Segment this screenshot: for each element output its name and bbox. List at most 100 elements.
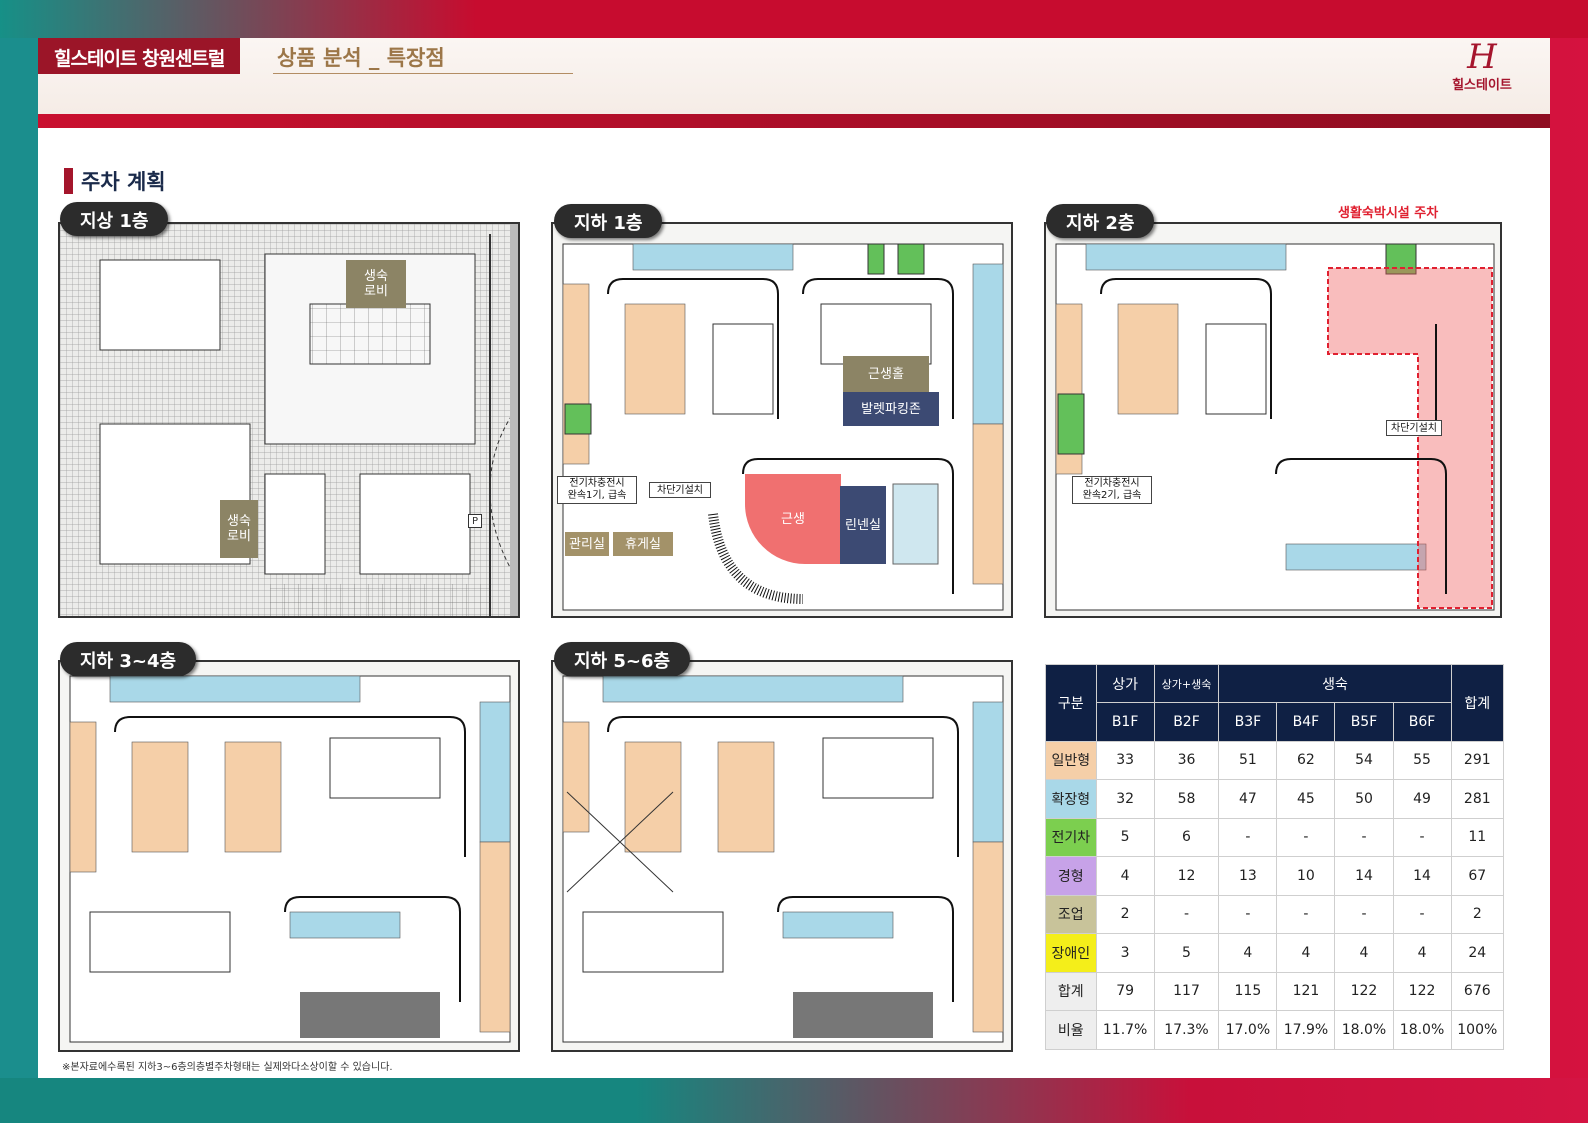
plan-label-b2: 지하 2층 (1046, 204, 1155, 238)
parking-sign-icon: P (468, 514, 482, 528)
table-cell: 10 (1276, 856, 1336, 896)
b34-floor-drawing (69, 675, 511, 1043)
table-cell: 18.0% (1334, 1010, 1394, 1050)
plan-b1: 근생홀 발렛파킹존 근생 린넨실 관리실 휴게실 전기차충전시 완속1기, 급속… (551, 222, 1013, 618)
table-cell: 24 (1450, 933, 1505, 973)
table-cell: - (1276, 817, 1336, 857)
table-row: 일반형 33 36 51 62 54 55 291 (1045, 740, 1505, 780)
table-cell: 676 (1450, 971, 1505, 1011)
breaker-label-b2: 차단기설치 (1386, 420, 1442, 436)
floor-header-B2F: B2F (1153, 702, 1220, 742)
table-cell: 32 (1095, 779, 1155, 819)
table-cell: 11.7% (1095, 1010, 1155, 1050)
table-cell: 17.9% (1276, 1010, 1336, 1050)
hillstate-logo: H 힐스테이트 (1432, 40, 1532, 93)
table-cell: 4 (1218, 933, 1278, 973)
linen-room: 린넨실 (840, 486, 886, 564)
plan-b34 (58, 660, 520, 1052)
table-cell: 4 (1392, 933, 1452, 973)
header-category: 구분 (1045, 664, 1097, 742)
row-label: 장애인 (1045, 933, 1097, 973)
floor-header-B1F: B1F (1095, 702, 1155, 742)
table-row: 합계 79 117 115 121 122 122 676 (1045, 971, 1505, 1011)
parking-summary-table: 구분 상가 상가+생숙 생숙 합계 B1F B2F B3F B4F B5F B6F 일반형… (1045, 664, 1505, 1050)
brand-title: 힐스테이트 창원센트럴 (38, 38, 241, 74)
table-cell: 3 (1095, 933, 1155, 973)
table-cell: 2 (1095, 894, 1155, 934)
logo-text: 힐스테이트 (1452, 78, 1512, 93)
plan-label-b56: 지하 5~6층 (554, 642, 691, 676)
plan-ground: 생숙 로비 생숙 로비 P (58, 222, 520, 618)
section-heading: 주차 계획 (64, 166, 166, 196)
table-cell: 13 (1218, 856, 1278, 896)
row-label: 일반형 (1045, 740, 1097, 780)
valet-parking-zone: 발렛파킹존 (843, 392, 939, 426)
table-row: 장애인 3 5 4 4 4 4 24 (1045, 933, 1505, 973)
row-label: 비율 (1045, 1010, 1097, 1050)
table-cell: 55 (1392, 740, 1452, 780)
table-cell: 5 (1153, 933, 1220, 973)
plan-label-b1: 지하 1층 (554, 204, 663, 238)
table-cell: 12 (1153, 856, 1220, 896)
table-row: 비율 11.7% 17.3% 17.0% 17.9% 18.0% 18.0% 100% (1045, 1010, 1505, 1050)
management-office: 관리실 (565, 532, 609, 556)
table-cell: 79 (1095, 971, 1155, 1011)
table-cell: 121 (1276, 971, 1336, 1011)
table-cell: 54 (1334, 740, 1394, 780)
table-cell: 51 (1218, 740, 1278, 780)
table-cell: 4 (1276, 933, 1336, 973)
table-cell: 6 (1153, 817, 1220, 857)
retail-hall: 근생홀 (843, 356, 929, 392)
slide-subtitle: 상품 분석 _ 특장점 (273, 42, 573, 74)
bottom-band (0, 1078, 1588, 1123)
table-cell: 4 (1334, 933, 1394, 973)
table-cell: 117 (1153, 971, 1220, 1011)
slide-page: 힐스테이트 창원센트럴 상품 분석 _ 특장점 H 힐스테이트 주차 계획 지상… (38, 38, 1550, 1078)
table-cell: 62 (1276, 740, 1336, 780)
table-row: 전기차 5 6- - - -11 (1045, 817, 1505, 857)
residence-parking-annotation: 생활숙박시설 주차 (1338, 206, 1439, 221)
header-total: 합계 (1450, 664, 1505, 742)
table-cell: 33 (1095, 740, 1155, 780)
top-band (0, 0, 1588, 38)
plan-label-ground: 지상 1층 (60, 202, 169, 236)
section-flag-icon (64, 168, 73, 194)
residence-lobby-2: 생숙 로비 (220, 500, 258, 558)
table-row: 조업 2- - - - -2 (1045, 894, 1505, 934)
table-cell: 49 (1392, 779, 1452, 819)
table-cell: - (1334, 894, 1394, 934)
table-body: 일반형 33 36 51 62 54 55 291 확장형 32 58 47 45 50 49 281 전기차 5… (1045, 740, 1505, 1050)
table-cell: 291 (1450, 740, 1505, 780)
plan-label-b34: 지하 3~4층 (60, 642, 197, 676)
table-cell: 17.0% (1218, 1010, 1278, 1050)
row-label: 확장형 (1045, 779, 1097, 819)
ground-floor-drawing (60, 224, 518, 616)
table-cell: 67 (1450, 856, 1505, 896)
table-cell: 14 (1334, 856, 1394, 896)
table-cell: 50 (1334, 779, 1394, 819)
table-header-row: 구분 상가 상가+생숙 생숙 합계 (1045, 664, 1505, 742)
table-cell: - (1153, 894, 1220, 934)
ev-charger-label-b2: 전기차충전시 완속2기, 급속 (1072, 476, 1152, 504)
footnote: ※본자료에수록된 지하3~6층의층별주차형태는 실제와다소상이할 수 있습니다. (62, 1062, 393, 1073)
table-floor-row: B1F B2F B3F B4F B5F B6F (1046, 702, 1504, 742)
floor-header-B4F: B4F (1276, 702, 1336, 742)
table-cell: 4 (1095, 856, 1155, 896)
row-label: 합계 (1045, 971, 1097, 1011)
header-retail: 상가 (1095, 664, 1155, 703)
table-cell: - (1392, 817, 1452, 857)
header-mixed: 상가+생숙 (1153, 664, 1220, 703)
table-cell: 18.0% (1392, 1010, 1452, 1050)
table-cell: 17.3% (1153, 1010, 1220, 1050)
table-cell: 58 (1153, 779, 1220, 819)
table-cell: - (1218, 894, 1278, 934)
table-cell: 122 (1334, 971, 1394, 1011)
row-label: 전기차 (1045, 817, 1097, 857)
table-cell: 281 (1450, 779, 1505, 819)
row-label: 조업 (1045, 894, 1097, 934)
table-cell: 47 (1218, 779, 1278, 819)
slide-header: 힐스테이트 창원센트럴 상품 분석 _ 특장점 H 힐스테이트 (38, 38, 1550, 114)
table-cell: 115 (1218, 971, 1278, 1011)
plan-b56 (551, 660, 1013, 1052)
table-cell: - (1218, 817, 1278, 857)
